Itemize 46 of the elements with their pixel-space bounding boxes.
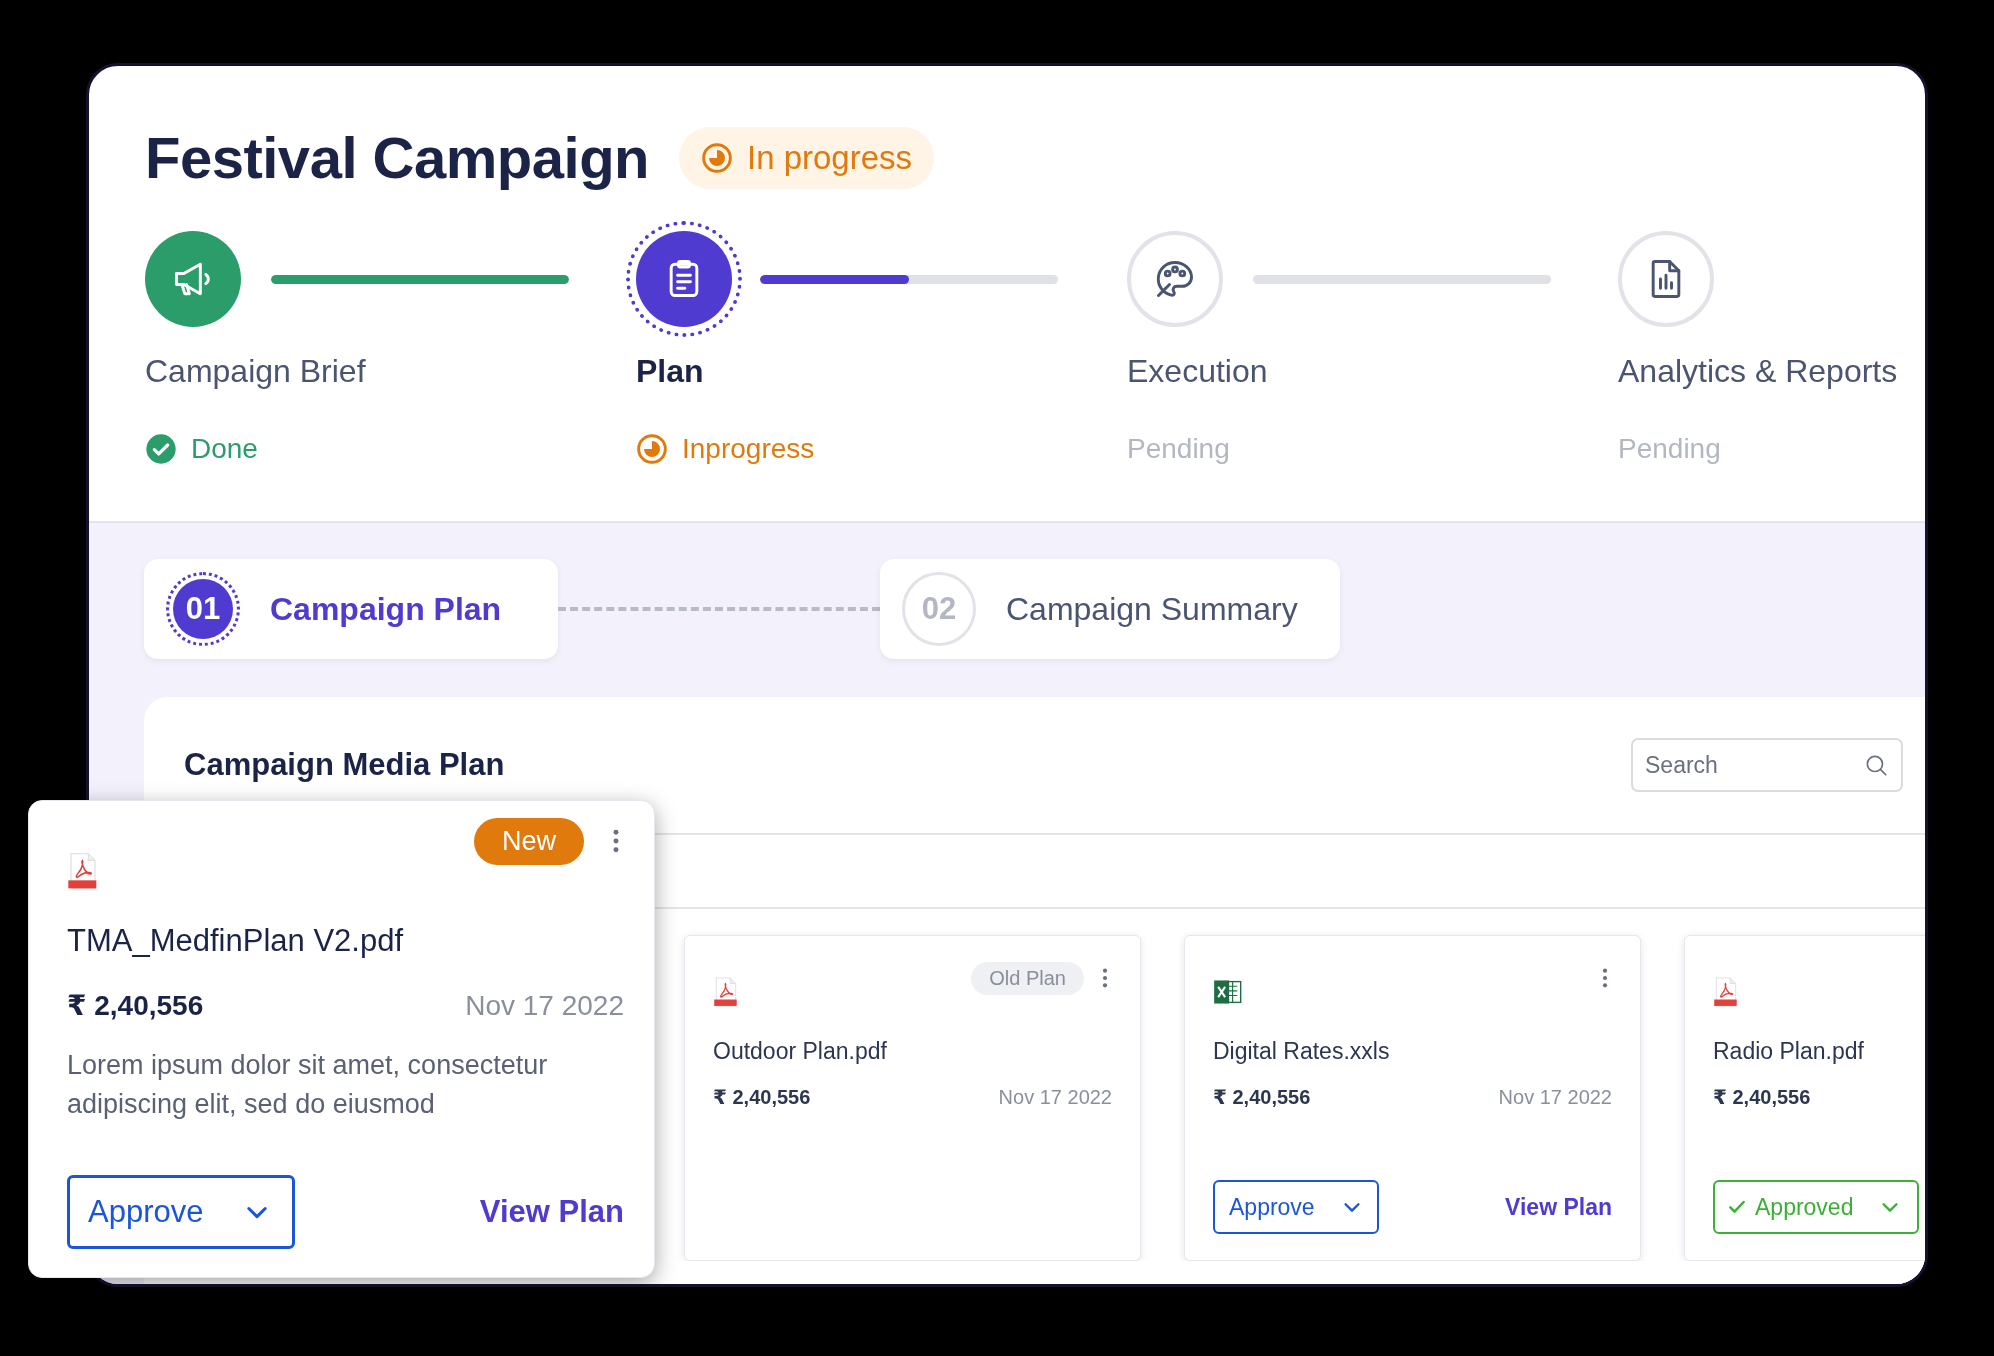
step-status: Pending bbox=[1618, 432, 1721, 466]
description: Lorem ipsum dolor sit amet, consectetur adipiscing elit, sed do eiusmod bbox=[67, 1049, 549, 1121]
step-tab-label: Campaign Summary bbox=[1006, 590, 1298, 628]
amount: ₹ 2,40,556 bbox=[1213, 1085, 1311, 1109]
status-label: In progress bbox=[747, 138, 913, 177]
file-tag: Old Plan bbox=[971, 961, 1084, 995]
amount: ₹ 2,40,556 bbox=[713, 1085, 811, 1109]
section-title: Campaign Media Plan bbox=[184, 747, 505, 783]
step-status: Inprogress bbox=[682, 432, 815, 466]
approve-dropdown[interactable]: Approve bbox=[1213, 1180, 1379, 1234]
step-tab[interactable]: 02 Campaign Summary bbox=[880, 559, 1340, 659]
file-name: Digital Rates.xxls bbox=[1213, 1038, 1391, 1065]
step-number: 01 bbox=[166, 572, 240, 646]
file-tag: New bbox=[474, 817, 584, 865]
more-options-icon bbox=[1602, 967, 1608, 989]
view-plan-link[interactable]: View Plan bbox=[1505, 1193, 1612, 1221]
file-name: Outdoor Plan.pdf bbox=[713, 1038, 888, 1065]
pdf-file-icon bbox=[713, 977, 739, 1007]
step-label: Analytics & Reports bbox=[1618, 352, 1899, 391]
step-status: Done bbox=[191, 432, 258, 466]
step-tab-label: Campaign Plan bbox=[270, 590, 502, 628]
step-number: 02 bbox=[902, 572, 976, 646]
date: Nov 17 2022 bbox=[998, 1086, 1112, 1109]
amount: ₹ 2,40,556 bbox=[67, 989, 204, 1022]
spreadsheet-file-icon bbox=[1213, 978, 1243, 1006]
view-plan-link[interactable]: View Plan bbox=[479, 1194, 624, 1230]
pdf-file-icon bbox=[1713, 977, 1739, 1007]
progress-icon bbox=[701, 141, 733, 174]
amount: ₹ 2,40,556 bbox=[1713, 1085, 1811, 1109]
step-label: Execution bbox=[1127, 352, 1269, 391]
file-name: Radio Plan.pdf bbox=[1713, 1038, 1865, 1065]
pdf-file-icon bbox=[67, 852, 99, 890]
date: Nov 17 2022 bbox=[465, 990, 624, 1022]
step-status: Pending bbox=[1127, 432, 1230, 466]
step-label: Plan bbox=[636, 352, 705, 391]
more-options-icon bbox=[1102, 967, 1108, 989]
step-tab[interactable]: 01 Campaign Plan bbox=[144, 559, 558, 659]
page-title: Festival Campaign bbox=[145, 124, 649, 191]
step-label: Campaign Brief bbox=[145, 352, 367, 391]
date: Nov 17 2022 bbox=[1498, 1086, 1612, 1109]
approve-dropdown[interactable]: Approve bbox=[67, 1175, 295, 1249]
progress-icon bbox=[636, 433, 668, 465]
search-field[interactable]: Search bbox=[1631, 738, 1903, 792]
more-options-icon bbox=[612, 828, 620, 854]
file-name: TMA_MedfinPlan V2.pdf bbox=[67, 923, 405, 959]
check-circle-icon bbox=[145, 433, 177, 465]
